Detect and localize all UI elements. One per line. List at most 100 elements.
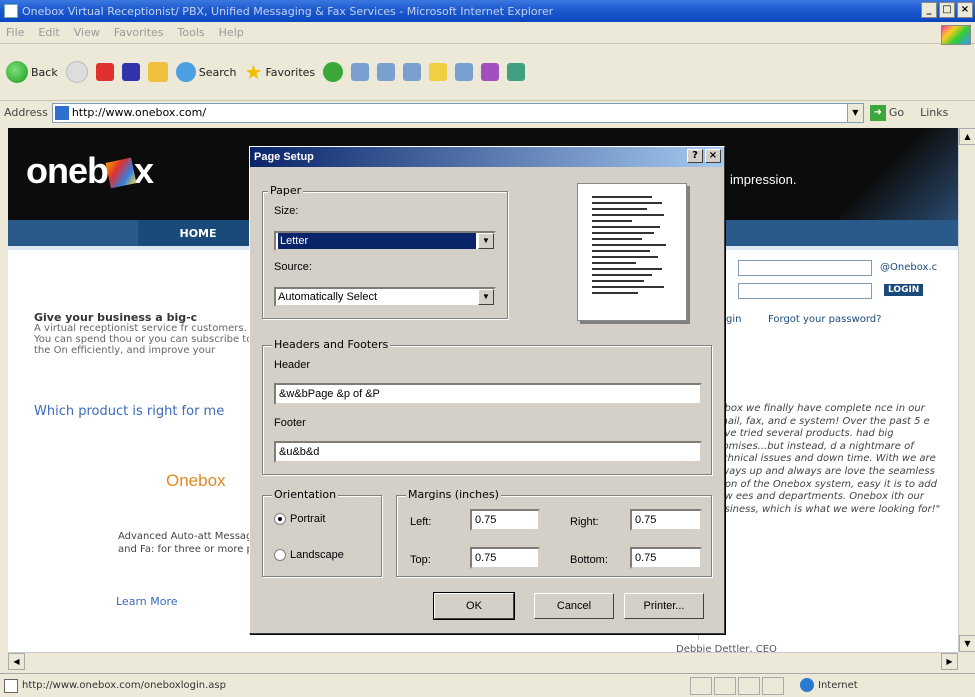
testimonial-signature: Debbie Dettler, CEO xyxy=(676,644,777,652)
refresh-button[interactable] xyxy=(121,63,140,81)
minimize-button[interactable]: _ xyxy=(921,2,937,18)
status-page-icon xyxy=(4,678,18,693)
search-button[interactable]: Search xyxy=(175,62,237,82)
address-input[interactable]: http://www.onebox.com/ ▼ xyxy=(51,102,864,123)
go-button[interactable]: ➜ Go xyxy=(869,104,905,121)
standard-toolbar: Back Search ★ Favorites xyxy=(0,46,975,98)
scroll-right-icon[interactable]: ▶ xyxy=(941,653,958,670)
back-button[interactable]: Back xyxy=(6,61,58,83)
paper-size-select[interactable]: Letter ▼ xyxy=(274,231,496,251)
scroll-down-icon[interactable]: ▼ xyxy=(959,635,975,652)
preview-line xyxy=(592,250,650,252)
edit-button[interactable] xyxy=(403,63,422,81)
security-zone: Internet xyxy=(800,678,858,692)
status-cell xyxy=(762,677,784,695)
dialog-title: Page Setup xyxy=(250,147,724,167)
history-button[interactable] xyxy=(323,62,344,82)
menu-view[interactable]: View xyxy=(74,26,100,39)
address-url: http://www.onebox.com/ xyxy=(71,106,207,119)
bottom-margin-input[interactable]: 0.75 xyxy=(630,547,702,569)
top-margin-input[interactable]: 0.75 xyxy=(470,547,540,569)
login-button[interactable]: LOGIN xyxy=(884,284,924,296)
learn-more-link[interactable]: Learn More xyxy=(116,595,178,608)
preview-line xyxy=(592,280,644,282)
source-label: Source: xyxy=(274,261,312,273)
print-button[interactable] xyxy=(377,63,396,81)
scroll-left-icon[interactable]: ◀ xyxy=(8,653,25,670)
address-label: Address xyxy=(4,106,48,119)
portrait-radio[interactable]: Portrait xyxy=(274,513,325,525)
login-password-input[interactable] xyxy=(738,283,872,299)
close-button[interactable]: × xyxy=(957,2,973,18)
favorites-label: Favorites xyxy=(265,65,316,79)
signin-link[interactable]: gin xyxy=(726,314,741,325)
source-dropdown-icon[interactable]: ▼ xyxy=(478,289,494,305)
intro-heading: Give your business a big-c xyxy=(34,311,198,324)
landscape-radio[interactable]: Landscape xyxy=(274,549,344,561)
menu-file[interactable]: File xyxy=(6,26,24,39)
header-input[interactable]: &w&bPage &p of &P xyxy=(274,383,702,405)
login-username-input[interactable] xyxy=(738,260,872,276)
ok-button[interactable]: OK xyxy=(433,592,515,620)
forward-button[interactable] xyxy=(65,61,88,83)
links-button[interactable]: Links xyxy=(920,106,948,119)
zone-label: Internet xyxy=(818,679,858,691)
internet-globe-icon xyxy=(800,678,814,692)
top-margin-label: Top: xyxy=(410,554,431,566)
back-label: Back xyxy=(31,65,58,79)
menu-favorites[interactable]: Favorites xyxy=(114,26,164,39)
menu-tools[interactable]: Tools xyxy=(178,26,205,39)
logo-cube-icon xyxy=(105,158,137,189)
maximize-button[interactable]: □ xyxy=(939,2,955,18)
addon-button[interactable] xyxy=(481,63,500,81)
messenger-icon xyxy=(455,63,474,81)
favorites-button[interactable]: ★ Favorites xyxy=(245,62,316,82)
preview-line xyxy=(592,238,642,240)
paper-source-select[interactable]: Automatically Select ▼ xyxy=(274,287,496,307)
cancel-button[interactable]: Cancel xyxy=(534,593,614,619)
preview-line xyxy=(592,208,647,210)
home-icon xyxy=(147,62,168,82)
address-dropdown-icon[interactable]: ▼ xyxy=(846,103,863,122)
search-label: Search xyxy=(198,65,237,79)
scroll-up-icon[interactable]: ▲ xyxy=(959,128,975,145)
messenger-button[interactable] xyxy=(455,63,474,81)
left-margin-input[interactable]: 0.75 xyxy=(470,509,540,531)
help-button[interactable]: ? xyxy=(687,149,703,163)
menu-edit[interactable]: Edit xyxy=(38,26,59,39)
people-icon xyxy=(507,63,526,81)
menu-bar: File Edit View Favorites Tools Help xyxy=(0,22,975,44)
home-button[interactable] xyxy=(147,62,168,82)
forgot-password-link[interactable]: Forgot your password? xyxy=(768,314,881,325)
printer-button[interactable]: Printer... xyxy=(624,593,704,619)
go-label: Go xyxy=(888,106,905,119)
search-icon xyxy=(175,62,196,82)
testimonial-text: nebox we finally have complete nce in ou… xyxy=(712,403,941,515)
onebox-logo[interactable]: oneb x xyxy=(26,150,154,192)
vertical-scrollbar[interactable]: ▲ ▼ xyxy=(958,128,975,652)
right-margin-input[interactable]: 0.75 xyxy=(630,509,702,531)
stop-icon xyxy=(95,63,114,81)
mail-button[interactable] xyxy=(351,63,370,81)
addon2-button[interactable] xyxy=(507,63,526,81)
site-slogan: impression. xyxy=(730,172,797,187)
menu-help[interactable]: Help xyxy=(219,26,244,39)
size-dropdown-icon[interactable]: ▼ xyxy=(478,233,494,249)
preview-line xyxy=(592,232,654,234)
folder-icon xyxy=(429,63,448,81)
dialog-close-button[interactable]: × xyxy=(705,149,721,163)
window-title-bar: Onebox Virtual Receptionist/ PBX, Unifie… xyxy=(0,0,975,22)
bottom-margin-label: Bottom: xyxy=(570,554,608,566)
folder-button[interactable] xyxy=(429,63,448,81)
print-icon xyxy=(377,63,396,81)
header-label: Header xyxy=(274,359,311,371)
right-margin-label: Right: xyxy=(570,516,599,528)
stop-button[interactable] xyxy=(95,63,114,81)
footer-label: Footer xyxy=(274,417,306,429)
status-text: http://www.onebox.com/oneboxlogin.asp xyxy=(22,680,226,691)
horizontal-scrollbar[interactable]: ◀ ▶ xyxy=(8,652,958,670)
intro-copy: Give your business a big-c A virtual rec… xyxy=(34,312,254,356)
footer-input[interactable]: &u&b&d xyxy=(274,441,702,463)
which-product-link[interactable]: Which product is right for me xyxy=(34,404,224,419)
portrait-label: Portrait xyxy=(290,513,326,525)
